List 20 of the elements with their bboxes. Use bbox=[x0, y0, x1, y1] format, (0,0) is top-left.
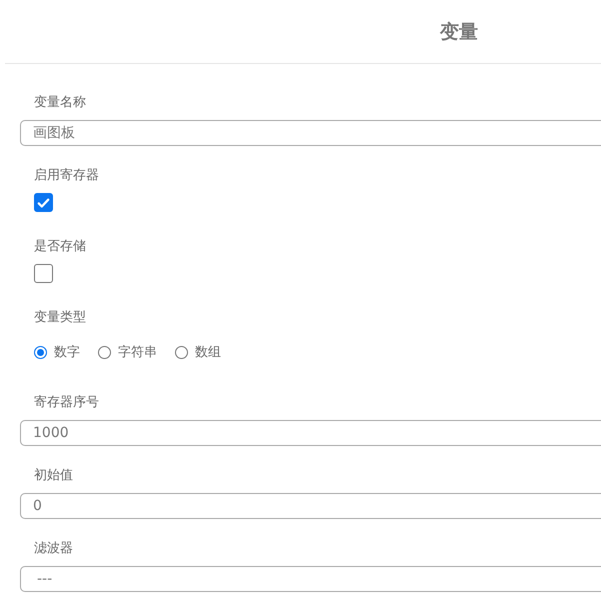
radio-label: 数组 bbox=[195, 344, 221, 361]
checkbox[interactable] bbox=[34, 264, 53, 283]
text-field[interactable]: 画图板 bbox=[20, 120, 601, 146]
field-label: 启用寄存器 bbox=[34, 167, 99, 184]
text-field[interactable]: 1000 bbox=[20, 420, 601, 446]
select-field[interactable]: --- bbox=[20, 566, 601, 592]
checkbox[interactable] bbox=[34, 193, 53, 212]
dialog-title: 变量 bbox=[440, 20, 479, 44]
radio-button[interactable] bbox=[98, 346, 111, 358]
field-label: 是否存储 bbox=[34, 238, 86, 255]
radio-label: 数字 bbox=[54, 344, 80, 361]
radio-button[interactable] bbox=[175, 346, 188, 358]
field-label: 初始值 bbox=[34, 467, 73, 484]
field-label: 变量类型 bbox=[34, 309, 86, 326]
radio-button[interactable] bbox=[34, 346, 47, 358]
field-label: 变量名称 bbox=[34, 94, 86, 111]
field-label: 滤波器 bbox=[34, 540, 73, 557]
text-field[interactable]: 0 bbox=[20, 493, 601, 519]
radio-label: 字符串 bbox=[118, 344, 157, 361]
field-label: 寄存器序号 bbox=[34, 394, 99, 411]
